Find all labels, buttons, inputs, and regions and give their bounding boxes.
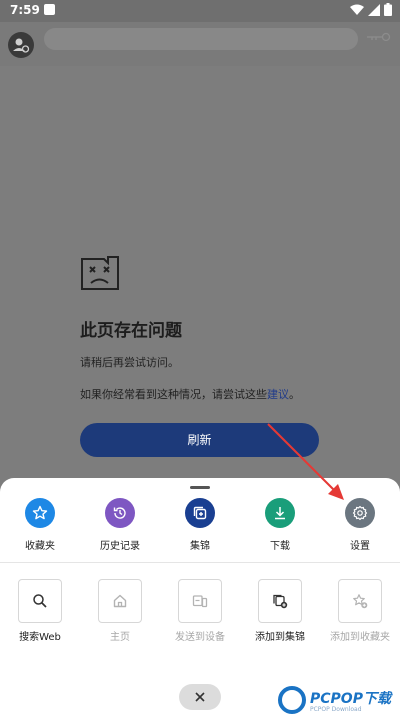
collections-icon-circle (185, 498, 215, 528)
history-label: 历史记录 (100, 541, 140, 552)
watermark-logo (278, 686, 306, 714)
settings-label: 设置 (350, 541, 370, 552)
status-bar: 7:59 (0, 0, 400, 22)
sheet-drag-handle[interactable] (190, 486, 210, 489)
add-to-collection-icon (273, 594, 288, 609)
status-time: 7:59 (10, 3, 40, 17)
send-to-device-button[interactable]: 发送到设备 (160, 579, 240, 645)
profile-icon (13, 38, 30, 53)
add-to-collection-label: 添加到集锦 (255, 632, 305, 643)
menu-divider (0, 562, 400, 563)
download-icon (275, 507, 285, 520)
error-title: 此页存在问题 (80, 321, 182, 341)
collections-button[interactable]: 集锦 (160, 498, 240, 552)
add-to-favorites-button[interactable]: 添加到收藏夹 (320, 579, 400, 645)
gear-icon (352, 505, 368, 521)
send-to-device-icon (192, 595, 208, 608)
settings-button[interactable]: 设置 (320, 498, 400, 552)
suggestions-link[interactable]: 建议 (267, 388, 289, 401)
collections-icon (193, 506, 207, 520)
home-icon (113, 594, 127, 608)
watermark-subtext: PCPOP Download (310, 706, 362, 713)
notification-icon (44, 4, 55, 15)
search-icon (33, 594, 47, 608)
favorites-label: 收藏夹 (25, 541, 55, 552)
home-label: 主页 (110, 632, 130, 643)
address-bar[interactable] (44, 28, 358, 50)
favorites-button[interactable]: 收藏夹 (0, 498, 80, 552)
add-to-collection-button[interactable]: 添加到集锦 (240, 579, 320, 645)
star-icon (32, 505, 48, 520)
watermark: PCPOP下载 PCPOP Download (278, 682, 400, 720)
search-web-tile (18, 579, 62, 623)
downloads-icon-circle (265, 498, 295, 528)
watermark-text: PCPOP下载 (310, 691, 391, 707)
add-to-favorites-icon (353, 594, 368, 609)
sad-page-icon (81, 256, 119, 290)
error-suggestion: 如果你经常看到这种情况，请尝试这些建议。 (80, 386, 300, 402)
downloads-label: 下载 (270, 541, 290, 552)
add-to-favorites-label: 添加到收藏夹 (330, 632, 390, 643)
settings-icon-circle (345, 498, 375, 528)
downloads-button[interactable]: 下载 (240, 498, 320, 552)
menu-top-row: 收藏夹 历史记录 集锦 下载 设置 (0, 498, 400, 558)
send-to-device-tile (178, 579, 222, 623)
add-to-favorites-tile (338, 579, 382, 623)
search-web-button[interactable]: 搜索Web (0, 579, 80, 645)
wifi-icon (350, 4, 364, 15)
error-suggestion-period: 。 (289, 388, 300, 401)
browser-toolbar (0, 22, 400, 66)
home-button[interactable]: 主页 (80, 579, 160, 645)
key-icon[interactable] (366, 32, 392, 42)
error-suggestion-text: 如果你经常看到这种情况，请尝试这些 (80, 388, 267, 401)
home-tile (98, 579, 142, 623)
status-icons (350, 3, 392, 16)
collections-label: 集锦 (190, 541, 210, 552)
signal-icon (368, 3, 380, 16)
add-to-collection-tile (258, 579, 302, 623)
history-icon-circle (105, 498, 135, 528)
close-icon (195, 692, 205, 702)
battery-icon (384, 3, 392, 16)
close-menu-button[interactable] (179, 684, 221, 710)
history-icon (113, 507, 126, 519)
refresh-button[interactable]: 刷新 (80, 423, 319, 457)
send-to-device-label: 发送到设备 (175, 632, 225, 643)
search-web-label: 搜索Web (19, 632, 61, 643)
history-button[interactable]: 历史记录 (80, 498, 160, 552)
favorites-icon-circle (25, 498, 55, 528)
error-message: 请稍后再尝试访问。 (80, 356, 179, 369)
profile-avatar[interactable] (8, 32, 34, 58)
